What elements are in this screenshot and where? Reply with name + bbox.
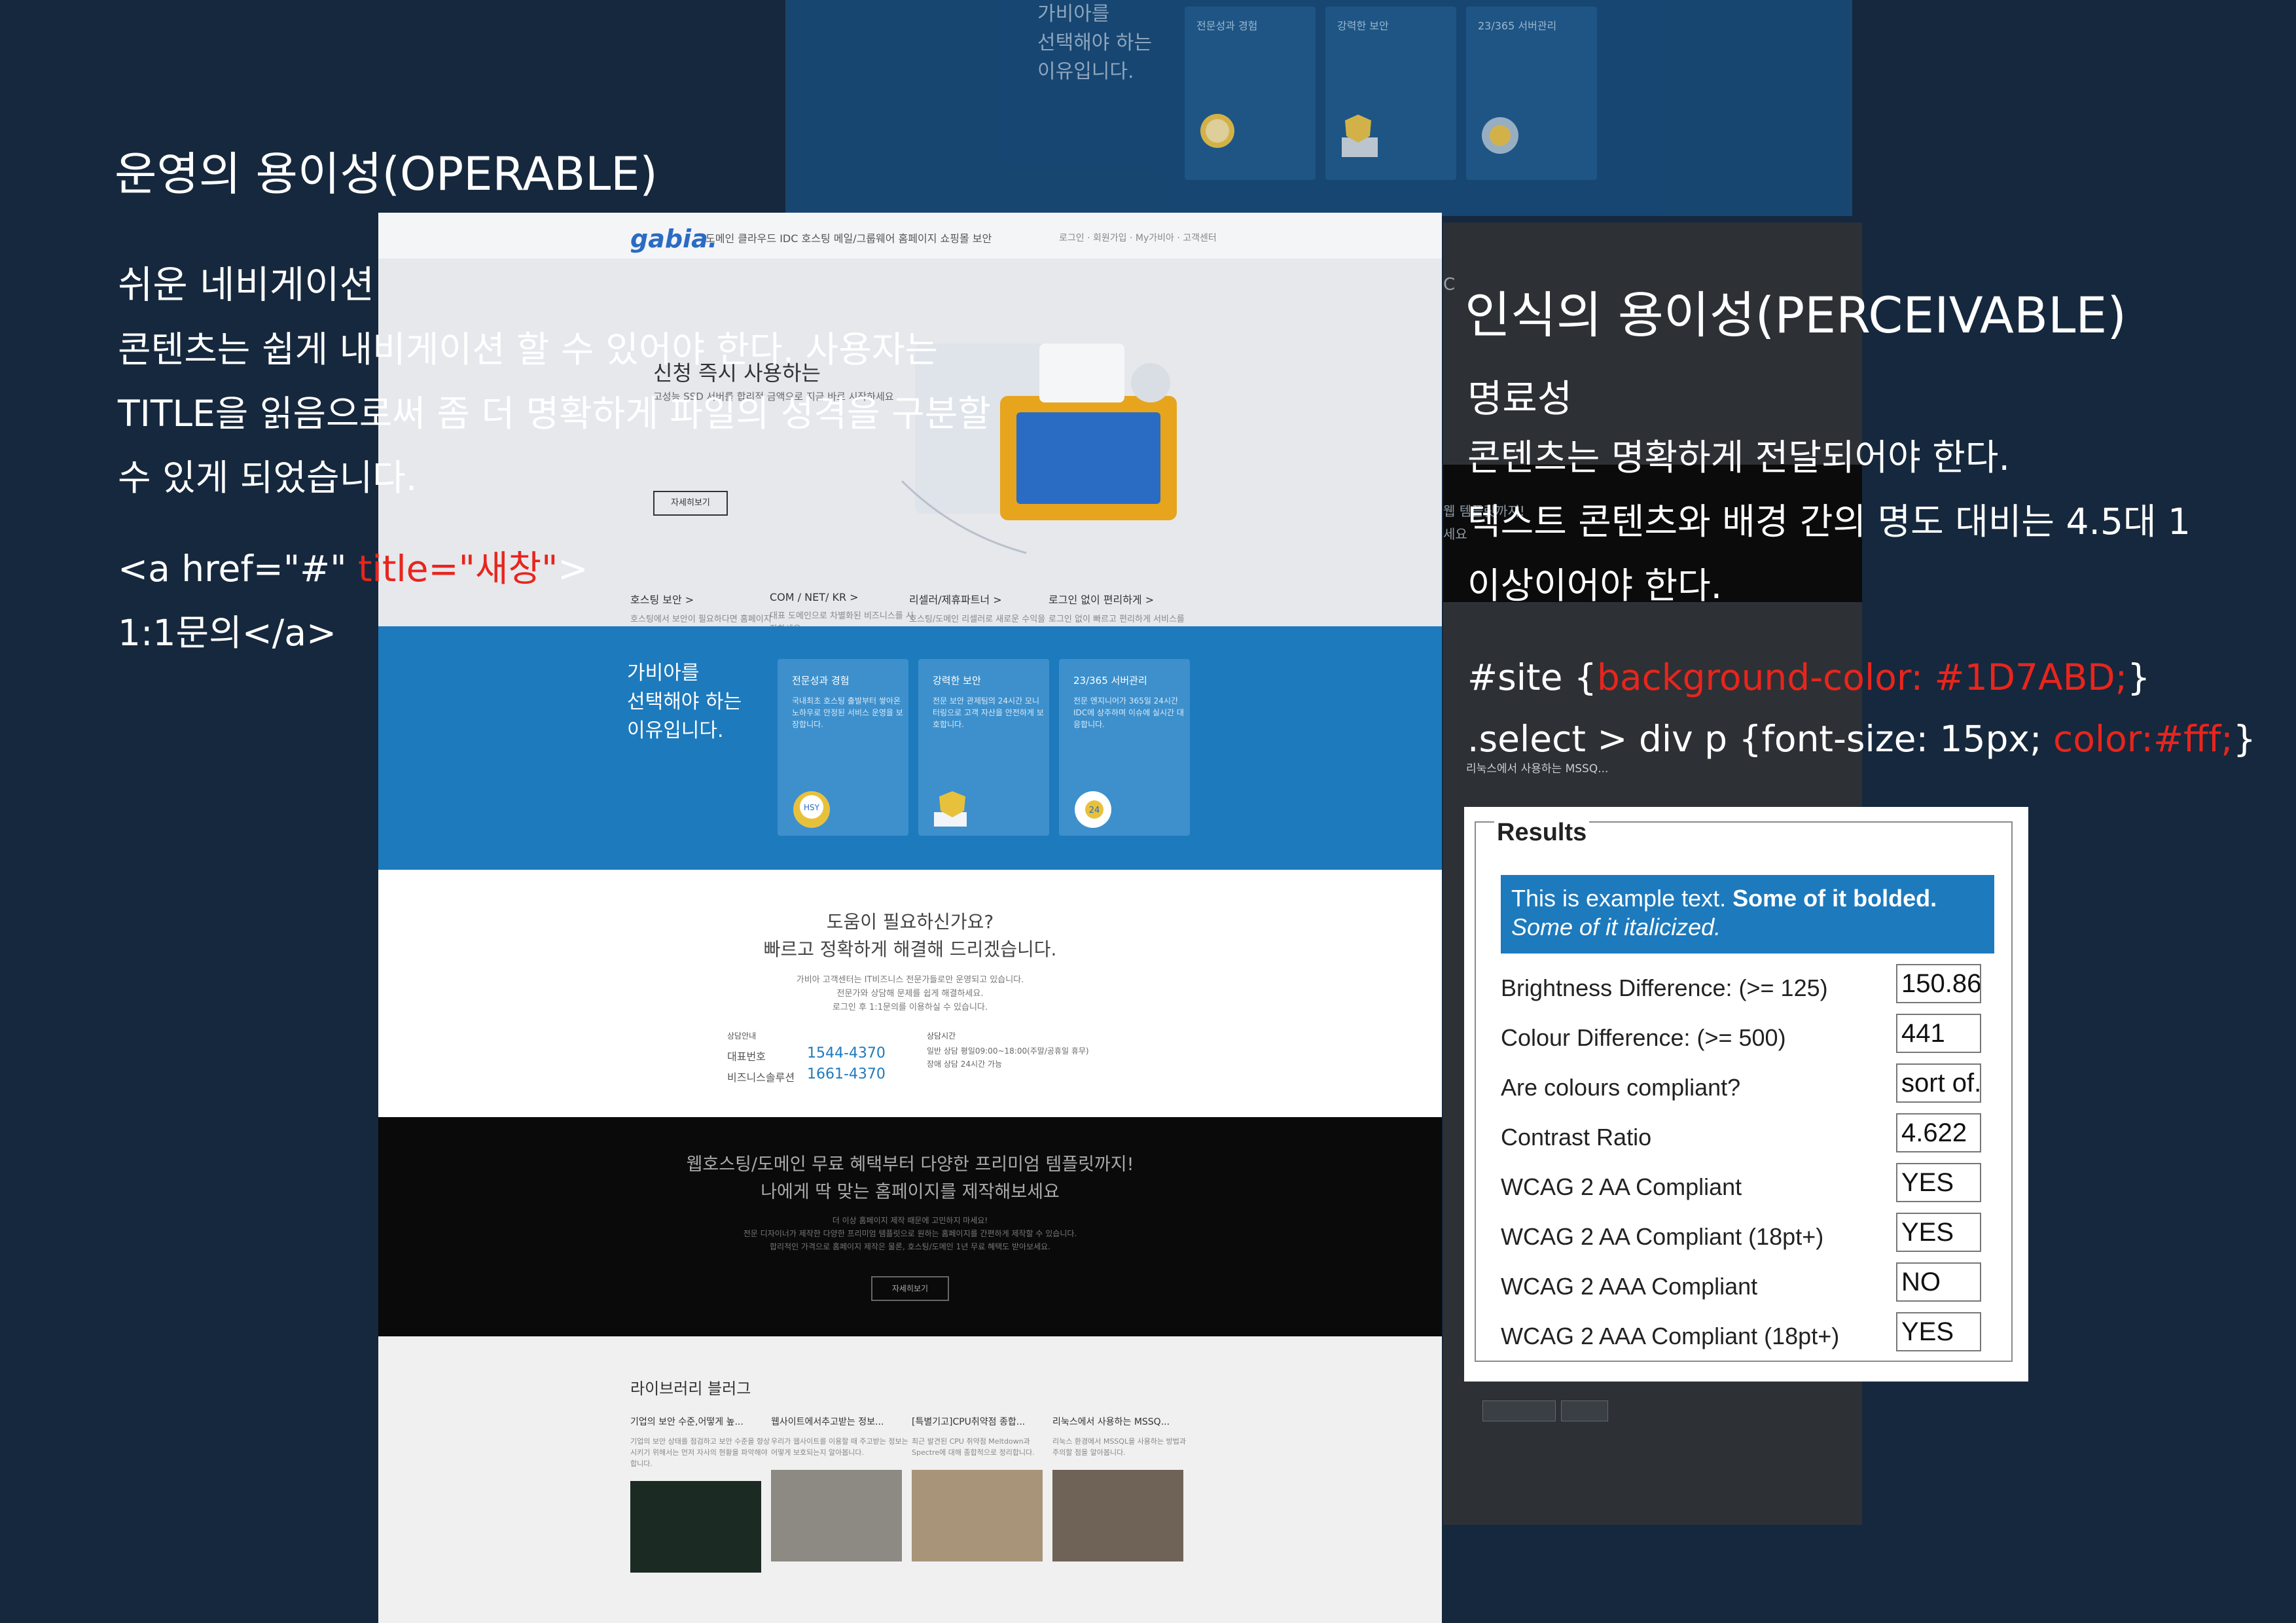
- result-value: YES: [1896, 1312, 1981, 1351]
- help-description: 가비아 고객센터는 IT비즈니스 전문가들로만 운영되고 있습니다. 전문가와 …: [796, 975, 1024, 1012]
- blog-thumbnail: [771, 1470, 902, 1561]
- site-dark-section: 웹호스팅/도메인 무료 혜택부터 다양한 프리미엄 템플릿까지! 나에게 딱 맞…: [378, 1117, 1442, 1336]
- blue-section-title: 가비아를 선택해야 하는 이유입니다.: [627, 662, 742, 742]
- result-row: WCAG 2 AA Compliant YES: [1501, 1163, 1998, 1209]
- result-row: Contrast Ratio 4.622: [1501, 1113, 1998, 1159]
- support-24-icon: 24: [1075, 791, 1111, 828]
- result-value: sort of.: [1896, 1063, 1981, 1103]
- blog-title: 라이브러리 블러그: [630, 1380, 751, 1398]
- operable-code-example: <a href="#" title="새창"> 1:1문의</a>: [118, 548, 588, 654]
- panel-fragment: 세요: [1443, 526, 1467, 542]
- results-legend: Results: [1494, 819, 1590, 847]
- hours-text: 장애 상담 24시간 가능: [927, 1060, 1003, 1069]
- biz-phone-label: 비즈니스솔루션: [727, 1071, 795, 1084]
- contact-label: 상담안내: [727, 1031, 757, 1041]
- blog-post: 웹사이트에서추고받는 정보... 우리가 웹사이트를 이용할 때 주고받는 정보는…: [771, 1415, 912, 1561]
- blog-post: [특별기고]CPU취약점 종합... 최근 발견된 CPU 취약점 Meltdow…: [912, 1415, 1052, 1561]
- site-help-section: 도움이 필요하신가요? 빠르고 정확하게 해결해 드리겠습니다. 가비아 고객센…: [378, 870, 1442, 1117]
- css-code-example: #site {background-color: #1D7ABD;} .sele…: [1467, 656, 2256, 760]
- result-value: NO: [1896, 1262, 1981, 1302]
- operable-subheading: 쉬운 네비게이션: [118, 262, 374, 307]
- rep-phone: 1544-4370: [807, 1045, 886, 1061]
- result-value: YES: [1896, 1213, 1981, 1252]
- result-row: WCAG 2 AAA Compliant NO: [1501, 1262, 1998, 1308]
- hours-text: 일반 상담 평일09:00~18:00(주말/공휴일 휴무): [927, 1046, 1089, 1056]
- result-row: WCAG 2 AA Compliant (18pt+) YES: [1501, 1213, 1998, 1258]
- blog-thumbnail: [912, 1470, 1043, 1561]
- dark-title: 나에게 딱 맞는 홈페이지를 제작해보세요: [761, 1182, 1060, 1202]
- hours-label: 상담시간: [927, 1031, 956, 1041]
- reason-card: 23/365 서버관리 전문 엔지니어가 365일 24시간 IDC에 상주하며…: [1059, 659, 1190, 836]
- contrast-results-panel: Results This is example text. Some of it…: [1464, 807, 2028, 1382]
- biz-phone: 1661-4370: [807, 1066, 886, 1082]
- result-value: 150.86: [1896, 964, 1981, 1003]
- reason-card: 전문성과 경험 국내최초 호스팅 출발부터 쌓아온 노하우로 안정된 서비스 운…: [778, 659, 908, 836]
- perceivable-description: 콘텐츠는 명확하게 전달되어야 한다. 텍스트 콘텐츠와 배경 간의 명도 대비…: [1467, 437, 2191, 607]
- panel-fragment: C: [1443, 275, 1456, 294]
- select-button: [1561, 1400, 1608, 1421]
- support-24-icon: [1482, 117, 1518, 154]
- result-value: YES: [1896, 1163, 1981, 1202]
- svg-text:HSY: HSY: [804, 803, 820, 812]
- shield-server-icon: [934, 791, 967, 827]
- help-title: 도움이 필요하신가요?: [826, 911, 994, 933]
- banner-title: 가비아를 선택해야 하는 이유입니다.: [1037, 3, 1153, 83]
- rep-phone-label: 대표번호: [727, 1050, 766, 1063]
- result-value: 441: [1896, 1014, 1981, 1053]
- perceivable-heading: 인식의 용이성(PERCEIVABLE): [1465, 286, 2126, 344]
- site-nav-items: 도메인 클라우드 IDC 호스팅 메일/그룹웨어 홈페이지 쇼핑몰 보안: [706, 232, 992, 245]
- result-row: WCAG 2 AAA Compliant (18pt+) YES: [1501, 1312, 1998, 1358]
- dark-section-button: 자세히보기: [871, 1276, 949, 1301]
- help-title: 빠르고 정확하게 해결해 드리겠습니다.: [763, 938, 1057, 960]
- site-logo: gabia.: [630, 224, 718, 253]
- banner-card: 전문성과 경험: [1185, 7, 1316, 180]
- dark-description: 더 이상 홈페이지 제작 때문에 고민하지 마세요! 전문 디자이너가 제작한 …: [743, 1216, 1077, 1251]
- dark-title: 웹호스팅/도메인 무료 혜택부터 다양한 프리미엄 템플릿까지!: [686, 1154, 1134, 1175]
- result-row: Are colours compliant? sort of.: [1501, 1063, 1998, 1109]
- hsy-badge-icon: [1200, 114, 1234, 148]
- select-box: [1482, 1400, 1556, 1421]
- blog-thumbnail: [1052, 1470, 1183, 1561]
- operable-description: 콘텐츠는 쉽게 내비게이션 할 수 있어야 한다. 사용자는 TITLE을 읽음…: [118, 329, 991, 499]
- blog-thumbnail: [630, 1481, 761, 1573]
- blog-post: 기업의 보안 수준,어떻게 높... 기업의 보안 상태를 점검하고 보안 수준을…: [630, 1415, 771, 1573]
- contrast-sample-text: This is example text. Some of it bolded.…: [1501, 875, 1994, 954]
- hsy-badge-icon: HSY: [793, 791, 830, 828]
- banner-card: 강력한 보안: [1325, 7, 1456, 180]
- svg-text:24: 24: [1089, 806, 1100, 815]
- blog-post: 리눅스에서 사용하는 MSSQ... 리눅스 환경에서 MSSQL을 사용하는 방…: [1052, 1415, 1193, 1561]
- perceivable-subheading: 명료성: [1467, 376, 1573, 421]
- banner-card: 23/365 서버관리: [1466, 7, 1597, 180]
- site-utility-links: 로그인 · 회원가입 · My가비아 · 고객센터: [1059, 233, 1217, 243]
- result-value: 4.622: [1896, 1113, 1981, 1152]
- operable-heading: 운영의 용이성(OPERABLE): [115, 147, 658, 201]
- result-row: Colour Difference: (>= 500) 441: [1501, 1014, 1998, 1060]
- result-row: Brightness Difference: (>= 125) 150.86: [1501, 964, 1998, 1010]
- shield-server-icon: [1342, 115, 1378, 157]
- site-blog-section: 라이브러리 블러그 기업의 보안 수준,어떻게 높... 기업의 보안 상태를 점…: [378, 1336, 1442, 1623]
- site-nav: gabia. 도메인 클라우드 IDC 호스팅 메일/그룹웨어 홈페이지 쇼핑몰…: [378, 213, 1442, 259]
- background-banner: 가비아를 선택해야 하는 이유입니다. 전문성과 경험 강력한 보안 23/36…: [785, 0, 1852, 216]
- reason-card: 강력한 보안 전문 보안 관제팀의 24시간 모니터링으로 고객 자산을 안전하…: [918, 659, 1049, 836]
